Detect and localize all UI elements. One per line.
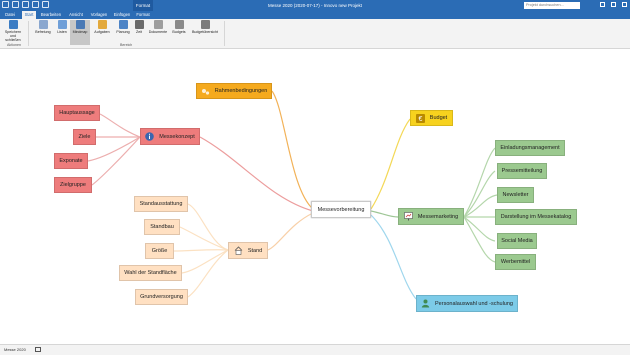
search-input[interactable]: Projekt durchsuchen... xyxy=(524,2,580,9)
ribbon: Speichern und schließen Befreiung Listen… xyxy=(0,19,630,49)
connector-wahl xyxy=(181,249,229,274)
node-ziele[interactable]: Ziele xyxy=(73,129,96,145)
tab-einfuegen[interactable]: Einfügen xyxy=(112,11,132,19)
connector-newsletter xyxy=(463,194,498,218)
node-hauptaussage[interactable]: Hauptaussage xyxy=(54,105,100,121)
tab-format[interactable]: Format xyxy=(134,11,152,19)
node-rahmenbedingungen[interactable]: Rahmenbedingungen xyxy=(196,83,272,99)
planning-button[interactable]: Planung xyxy=(114,20,132,34)
node-darstellung[interactable]: Darstellung im Messekatalog xyxy=(495,209,577,225)
node-social-media[interactable]: Social Media xyxy=(497,233,537,249)
connector-grundversorgung xyxy=(187,249,229,298)
house-icon xyxy=(234,246,243,255)
node-zielgruppe[interactable]: Zielgruppe xyxy=(54,177,92,193)
group-label-aktionen: Aktionen xyxy=(7,43,21,47)
info-icon xyxy=(145,132,155,141)
list-icon xyxy=(57,20,67,29)
mindmap-button[interactable]: Mindmap xyxy=(70,20,90,45)
budget-overview-icon xyxy=(200,20,210,29)
maximize-icon[interactable] xyxy=(611,2,616,7)
documents-button[interactable]: Dokumente xyxy=(147,20,169,34)
planning-icon xyxy=(118,20,128,29)
node-exponate[interactable]: Exponate xyxy=(54,153,88,169)
node-budget[interactable]: € Budget xyxy=(410,110,453,126)
tab-vorlagen[interactable]: Vorlagen xyxy=(88,11,110,19)
node-standausstattung[interactable]: Standausstattung xyxy=(134,196,188,212)
tab-bearbeiten[interactable]: Bearbeiten xyxy=(38,11,64,19)
save-close-icon xyxy=(8,20,18,29)
node-grundversorgung[interactable]: Grundversorgung xyxy=(135,289,188,305)
tab-start[interactable]: Start xyxy=(22,11,36,19)
connector-rahmen xyxy=(271,90,314,210)
node-standbau[interactable]: Standbau xyxy=(144,219,180,235)
release-button[interactable]: Befreiung xyxy=(33,20,53,34)
node-pressemitteilung[interactable]: Pressemitteilung xyxy=(497,163,547,179)
connector-social xyxy=(463,216,496,242)
euro-icon: € xyxy=(415,113,425,123)
connector-budget xyxy=(370,118,411,210)
close-icon[interactable] xyxy=(622,2,627,7)
tab-ansicht[interactable]: Ansicht xyxy=(66,11,86,19)
mindmap-connectors xyxy=(87,90,498,300)
window-controls xyxy=(600,2,627,7)
node-center[interactable]: Messevorbereitung xyxy=(311,201,371,218)
mindmap-canvas[interactable]: Messevorbereitung Rahmenbedingungen € Bu… xyxy=(0,49,630,343)
svg-text:€: € xyxy=(418,116,422,123)
connector-standausstattung xyxy=(187,203,229,251)
budget-overview-button[interactable]: Budgetübersicht xyxy=(189,20,221,34)
network-icon xyxy=(34,347,41,353)
node-wahl-der-standflaeche[interactable]: Wahl der Standfläche xyxy=(119,265,182,281)
title-bar: Format Messe 2020 (2020-07-17) - Innovo … xyxy=(0,0,630,11)
node-newsletter[interactable]: Newsletter xyxy=(497,187,534,203)
connector-stand xyxy=(267,212,314,251)
connector-messekonzept xyxy=(199,136,314,212)
group-label-bereich: Bereich xyxy=(120,43,133,47)
connector-hauptaussage xyxy=(99,113,141,138)
node-messekonzept[interactable]: Messekonzept xyxy=(140,128,200,145)
tasks-icon xyxy=(97,20,107,29)
node-groesse[interactable]: Größe xyxy=(145,243,174,259)
documents-icon xyxy=(153,20,163,29)
node-messemarketing[interactable]: Messemarketing xyxy=(398,208,464,225)
gears-icon xyxy=(201,87,210,96)
budgets-icon xyxy=(174,20,184,29)
connector-zielgruppe xyxy=(91,136,141,186)
connector-personal xyxy=(370,214,417,300)
tab-datei[interactable]: Datei xyxy=(0,11,20,19)
status-text: Messe 2020 xyxy=(4,347,26,352)
status-bar: Messe 2020 xyxy=(0,344,630,355)
mindmap-icon xyxy=(75,20,85,29)
tasks-button[interactable]: Aufgaben xyxy=(92,20,112,34)
connector-groesse xyxy=(173,249,229,252)
save-close-button[interactable]: Speichern und schließen xyxy=(2,20,24,42)
node-werbemittel[interactable]: Werbemittel xyxy=(495,254,536,270)
list-button[interactable]: Listen xyxy=(55,20,69,34)
time-button[interactable]: Zeit xyxy=(133,20,145,34)
node-einladungsmanagement[interactable]: Einladungsmanagement xyxy=(495,140,565,156)
release-icon xyxy=(38,20,48,29)
time-icon xyxy=(134,20,144,29)
minimize-icon[interactable] xyxy=(600,2,605,7)
node-personalauswahl[interactable]: Personalauswahl und -schulung xyxy=(416,295,518,312)
people-icon xyxy=(421,299,430,308)
node-stand[interactable]: Stand xyxy=(228,242,268,259)
ribbon-tabs: Datei Start Bearbeiten Ansicht Vorlagen … xyxy=(0,11,630,19)
connector-messemarketing xyxy=(370,210,399,218)
connector-presse xyxy=(463,170,496,218)
presentation-icon xyxy=(404,212,413,221)
budgets-button[interactable]: Budgets xyxy=(171,20,187,34)
